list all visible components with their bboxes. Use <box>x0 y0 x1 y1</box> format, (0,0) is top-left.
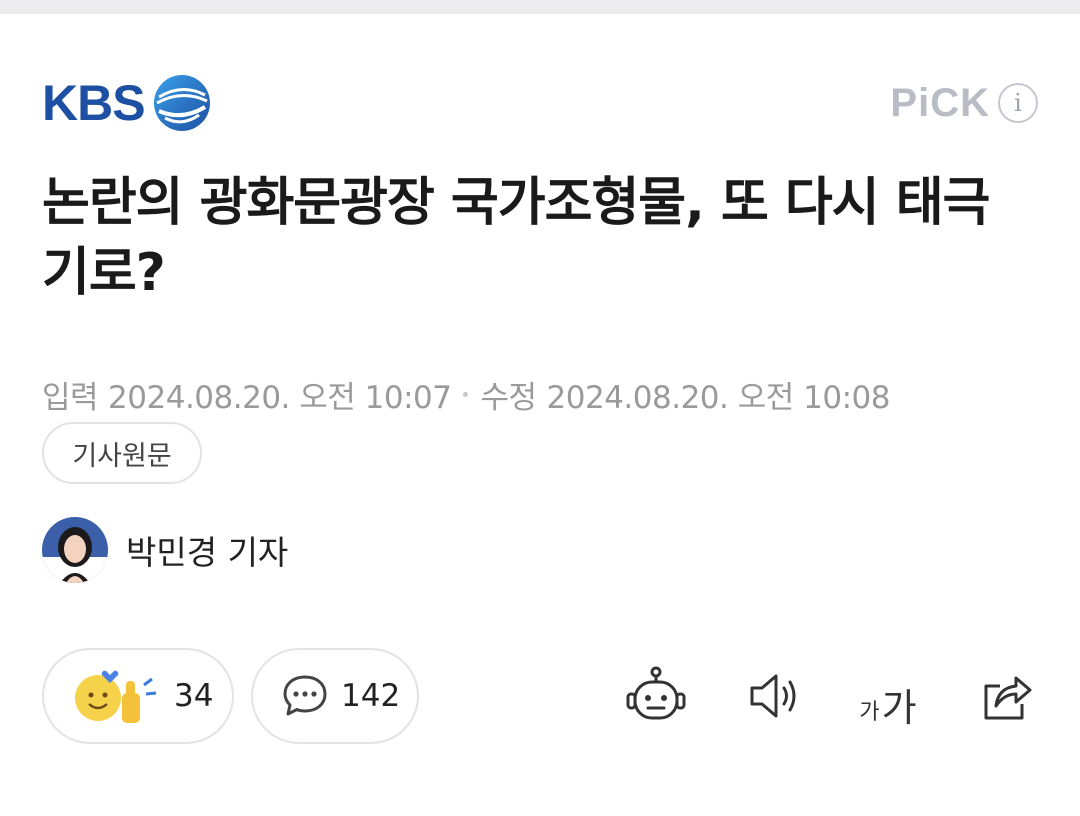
pick-label: PiCK <box>890 81 990 125</box>
reaction-count: 34 <box>174 678 214 714</box>
top-status-strip <box>0 0 1080 14</box>
reporter-avatar[interactable] <box>42 517 108 583</box>
article-toolbar: 가 가 <box>620 660 1040 732</box>
kbs-logo-text: KBS <box>42 75 146 131</box>
article-headline: 논란의 광화문광장 국가조형물, 또 다시 태극기로? <box>42 173 990 303</box>
share-button[interactable] <box>970 660 1042 732</box>
input-label: 입력 <box>42 379 99 416</box>
modified-label: 수정 <box>480 379 537 416</box>
article-timestamps: 입력 2024.08.20. 오전 10:07 수정 2024.08.20. 오… <box>42 374 891 416</box>
tts-button[interactable] <box>738 660 810 732</box>
font-size-small-glyph: 가 <box>859 700 880 725</box>
article-header: KBS PiCK i <box>42 72 1038 134</box>
modified-time: 2024.08.20. 오전 10:08 <box>546 379 891 416</box>
kbs-logo[interactable]: KBS <box>42 72 213 134</box>
kbs-emblem-icon <box>153 75 210 131</box>
robot-icon <box>626 666 686 720</box>
font-size-button[interactable]: 가 가 <box>848 660 928 732</box>
comment-count: 142 <box>341 678 401 714</box>
info-icon[interactable]: i <box>998 83 1038 123</box>
emoji-reaction-icon <box>75 670 157 723</box>
original-article-button[interactable]: 기사원문 <box>42 422 202 484</box>
pick-badge[interactable]: PiCK i <box>890 80 1038 126</box>
summary-bot-button[interactable] <box>620 660 692 732</box>
font-size-big-glyph: 가 <box>881 686 917 730</box>
reporter-info[interactable]: 박민경 기자 <box>42 517 289 583</box>
input-time: 2024.08.20. 오전 10:07 <box>108 379 452 416</box>
speaker-icon <box>750 674 796 718</box>
reporter-name: 박민경 기자 <box>126 533 289 572</box>
separator-dot <box>463 391 469 397</box>
comment-button[interactable]: 142 <box>251 648 419 744</box>
reaction-button[interactable]: 34 <box>42 648 234 744</box>
share-icon <box>984 676 1032 720</box>
comment-bubble-icon <box>283 675 327 716</box>
